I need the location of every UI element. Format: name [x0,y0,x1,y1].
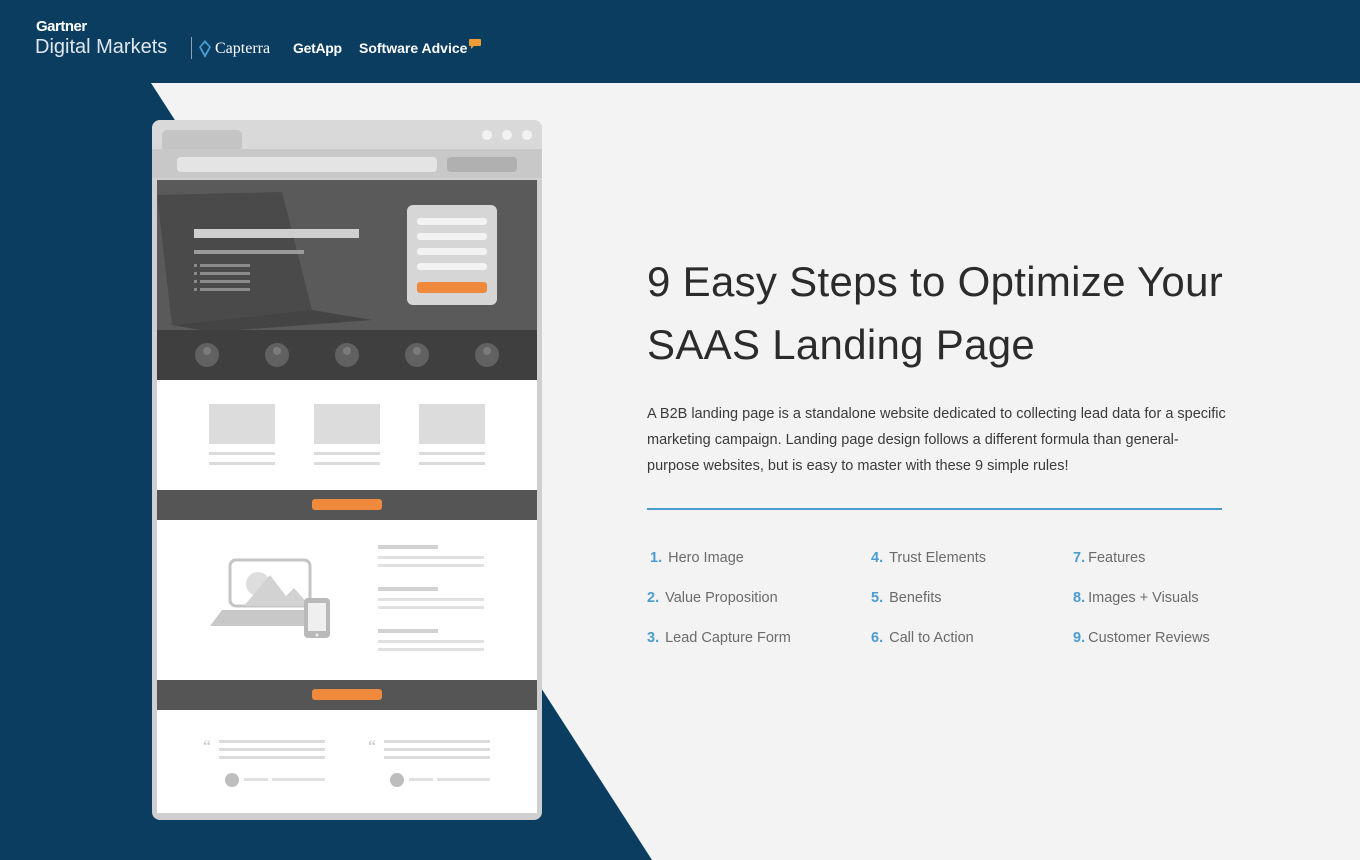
speech-bubble-icon [469,39,482,49]
intro-paragraph: A B2B landing page is a standalone websi… [647,406,1226,474]
getapp-logo[interactable]: GetApp [293,40,342,56]
step-label: Value Proposition [665,590,778,606]
step-label: Customer Reviews [1088,630,1210,646]
step-item[interactable]: 9. Customer Reviews [1073,630,1210,646]
step-label: Features [1088,550,1146,566]
capterra-label: Capterra [215,40,271,57]
svg-text:“: “ [203,738,211,755]
getapp-label: GetApp [293,40,342,56]
capterra-logo[interactable]: Capterra [199,40,270,58]
section-divider [647,508,1222,510]
step-number: 3. [647,630,660,646]
step-number: 7. [1073,550,1086,566]
step-label: Images + Visuals [1088,590,1199,606]
page-title: 9 Easy Steps to Optimize Your SAAS Landi… [647,258,1224,368]
site-header: Gartner Digital Markets Capterra GetApp … [0,0,1360,83]
step-number: 1. [650,550,663,566]
step-label: Trust Elements [889,550,987,566]
step-item[interactable]: 4. Trust Elements [871,550,986,566]
step-number: 8. [1073,590,1086,606]
svg-text:“: “ [368,738,376,755]
software-advice-label: Software Advice [359,40,468,56]
step-item[interactable]: 5. Benefits [871,590,942,606]
software-advice-logo[interactable]: Software Advice [359,39,482,56]
step-number: 2. [647,590,660,606]
logo-divider [191,37,192,59]
step-number: 5. [871,590,884,606]
step-item[interactable]: 1. Hero Image [650,550,744,566]
capterra-icon [199,40,211,58]
step-label: Hero Image [668,550,744,566]
steps-list: 1. Hero Image 2. Value Proposition 3. Lead … [647,546,1247,656]
digital-markets-wordmark: Digital Markets [35,36,168,58]
step-label: Benefits [889,590,942,606]
step-label: Call to Action [889,630,974,646]
step-label: Lead Capture Form [665,630,791,646]
step-item[interactable]: 6. Call to Action [871,630,974,646]
step-number: 9. [1073,630,1086,646]
step-number: 4. [871,550,884,566]
step-number: 6. [871,630,884,646]
step-item[interactable]: 3. Lead Capture Form [647,630,791,646]
step-item[interactable]: 8. Images + Visuals [1073,590,1199,606]
step-item[interactable]: 2. Value Proposition [647,590,778,606]
landing-page-mockup: “ “ [152,120,542,820]
gartner-wordmark: Gartner [36,18,87,35]
step-item[interactable]: 7. Features [1073,550,1145,566]
landing-page-illustration: “ “ [152,120,542,813]
